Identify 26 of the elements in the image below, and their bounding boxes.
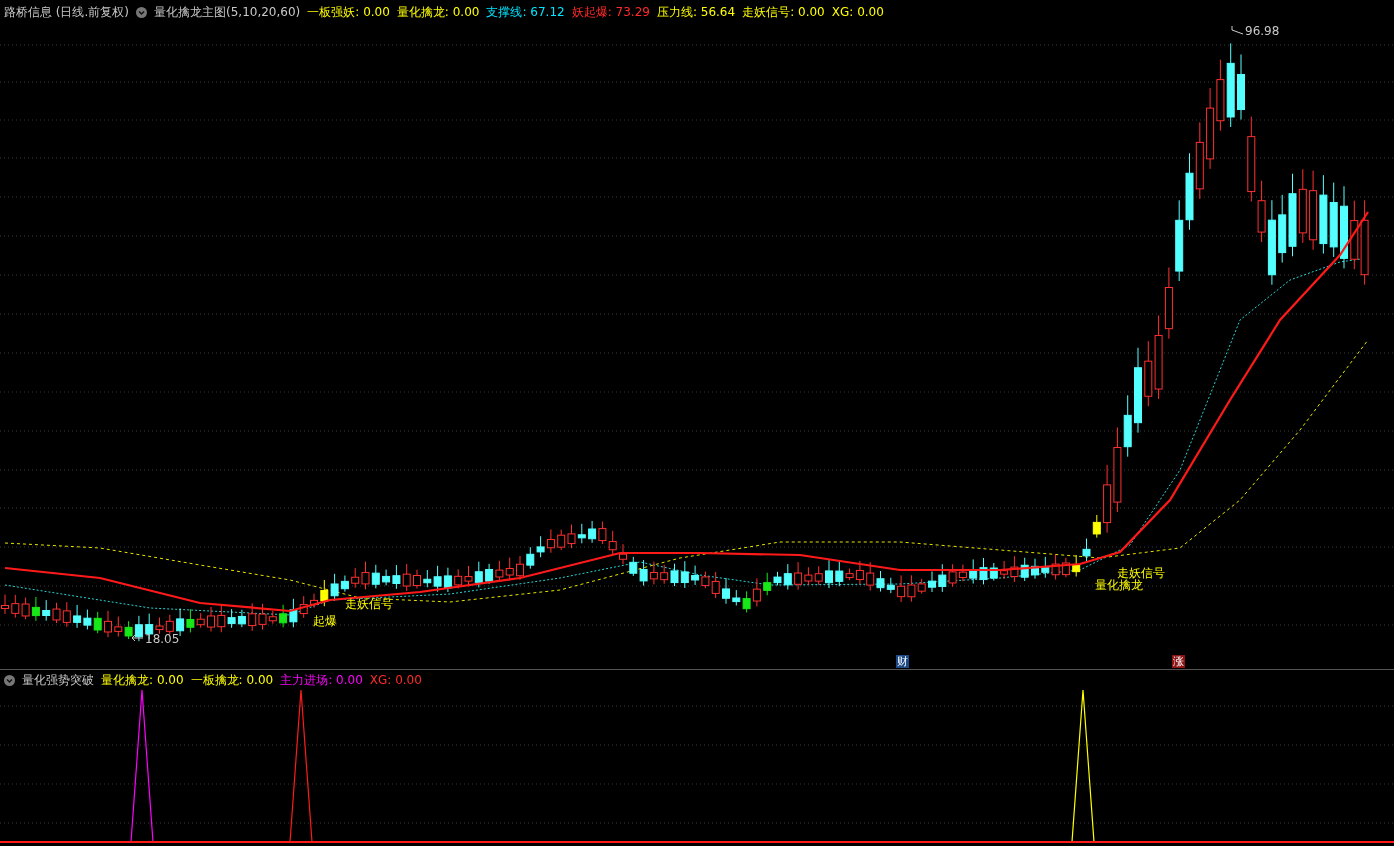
- indicator-reading: 支撑线: 67.12: [486, 3, 565, 21]
- indicator-reading: 一板擒龙: 0.00: [190, 671, 274, 689]
- collapse-icon[interactable]: [136, 6, 147, 18]
- indicator-reading: XG: 0.00: [831, 5, 884, 19]
- indicator-name: 量化擒龙主图(5,10,20,60): [154, 3, 301, 21]
- event-marker[interactable]: 财: [896, 655, 909, 668]
- signal-label: 起爆: [313, 613, 337, 630]
- indicator-reading: 妖起爆: 73.29: [571, 3, 650, 21]
- indicator-reading: 一板强妖: 0.00: [307, 3, 390, 21]
- signal-label: 量化擒龙: [1095, 578, 1143, 594]
- price-label: 18.05: [145, 632, 180, 646]
- indicator-reading: 主力进场: 0.00: [280, 671, 363, 689]
- indicator-name: 量化强势突破: [22, 671, 94, 689]
- pointer-arrow-icon: [131, 634, 144, 642]
- event-marker[interactable]: 涨: [1172, 655, 1185, 668]
- indicator-reading: XG: 0.00: [369, 673, 422, 687]
- signal-label: 走妖信号: [345, 596, 393, 613]
- signal-label: 走妖信号: [1117, 565, 1165, 580]
- indicator-reading: 走妖信号: 0.00: [742, 3, 825, 21]
- indicator-reading: 量化擒龙: 0.00: [101, 671, 184, 689]
- collapse-icon[interactable]: [4, 674, 15, 686]
- price-label: 96.98: [1245, 24, 1280, 38]
- stock-title: 路桥信息 (日线.前复权): [4, 3, 129, 21]
- indicator-reading: 压力线: 56.64: [656, 3, 736, 21]
- indicator-reading: 量化擒龙: 0.00: [396, 3, 480, 21]
- pointer-arrow-icon: [1231, 25, 1244, 35]
